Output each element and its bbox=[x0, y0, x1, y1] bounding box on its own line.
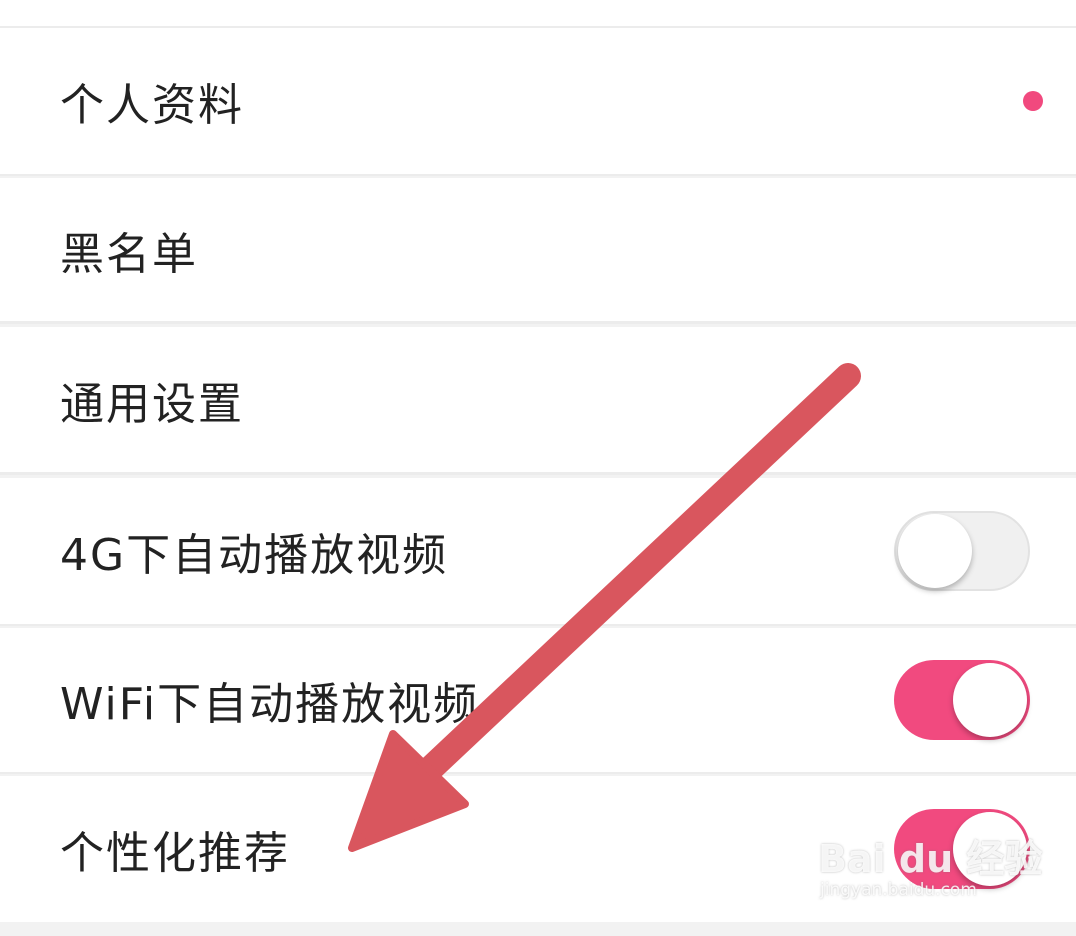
settings-row-4g-autoplay: 4G下自动播放视频 bbox=[0, 478, 1076, 626]
toggle-knob bbox=[953, 663, 1027, 737]
toggle-knob bbox=[953, 812, 1027, 886]
4g-autoplay-toggle[interactable] bbox=[894, 511, 1030, 591]
personalized-recommendation-toggle[interactable] bbox=[894, 809, 1030, 889]
settings-row-label: 个性化推荐 bbox=[60, 828, 290, 879]
notification-dot-icon bbox=[1023, 91, 1043, 111]
settings-row-label: 通用设置 bbox=[60, 378, 244, 430]
settings-row-label: 4G下自动播放视频 bbox=[60, 530, 449, 581]
wifi-autoplay-toggle[interactable] bbox=[894, 660, 1030, 740]
settings-row-label: 个人资料 bbox=[60, 80, 244, 131]
settings-row-general[interactable]: 通用设置 bbox=[0, 327, 1076, 475]
settings-row-label: 黑名单 bbox=[60, 228, 198, 280]
toggle-knob bbox=[898, 514, 972, 588]
settings-row-label: WiFi下自动播放视频 bbox=[60, 679, 480, 730]
settings-screen: 个人资料 黑名单 通用设置 4G下自动播放视频 WiFi下自动播放视频 个性化推… bbox=[0, 0, 1076, 936]
top-divider-strip bbox=[0, 0, 1076, 28]
settings-row-personalized-recommendation: 个性化推荐 bbox=[0, 776, 1076, 922]
settings-row-blacklist[interactable]: 黑名单 bbox=[0, 178, 1076, 324]
settings-row-profile[interactable]: 个人资料 bbox=[0, 28, 1076, 176]
settings-row-wifi-autoplay: WiFi下自动播放视频 bbox=[0, 628, 1076, 774]
